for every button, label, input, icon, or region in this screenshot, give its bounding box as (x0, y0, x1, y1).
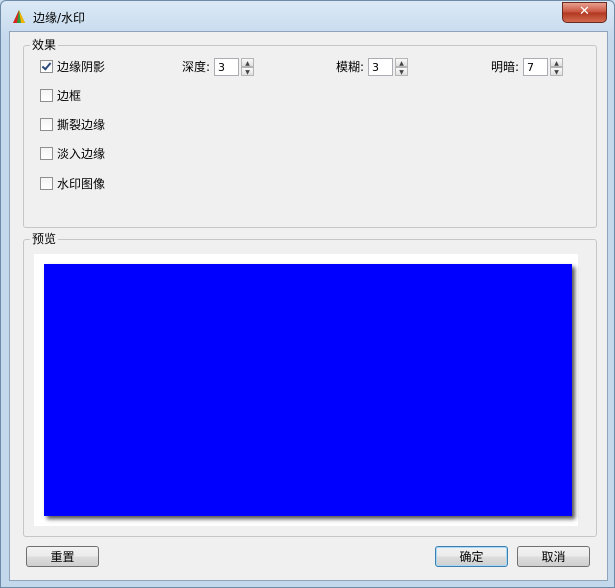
brightness-control: 明暗: 7 ▲ ▼ (491, 56, 564, 77)
border-checkbox[interactable] (40, 88, 53, 102)
dialog-client: 效果 边缘阴影 边框 撕裂边缘 淡入边缘 水印图像 深度: 3 ▲ ▼ 模糊: … (9, 31, 608, 581)
fade-edge-checkbox[interactable] (40, 146, 53, 160)
blur-up-button[interactable]: ▲ (395, 57, 409, 67)
depth-control: 深度: 3 ▲ ▼ (182, 56, 255, 77)
close-icon: ✕ (579, 4, 590, 19)
blur-control: 模糊: 3 ▲ ▼ (336, 56, 409, 77)
depth-up-button[interactable]: ▲ (241, 57, 255, 67)
fade-edge-label: 淡入边缘 (57, 146, 106, 161)
depth-input[interactable]: 3 (214, 57, 240, 76)
preview-canvas (34, 254, 578, 526)
preview-shape (44, 264, 572, 516)
depth-label: 深度: (182, 60, 211, 74)
preview-group: 预览 (23, 232, 597, 537)
blur-input[interactable]: 3 (368, 57, 394, 76)
cancel-button[interactable]: 取消 (517, 546, 590, 567)
title-bar: 边缘/水印 ✕ (1, 1, 614, 31)
window-title: 边缘/水印 (33, 11, 86, 25)
brightness-input[interactable]: 7 (523, 57, 549, 76)
blur-label: 模糊: (336, 60, 365, 74)
effects-group-label: 效果 (30, 38, 59, 52)
blur-down-button[interactable]: ▼ (395, 66, 409, 76)
watermark-checkbox[interactable] (40, 176, 53, 190)
edge-shadow-checkbox[interactable] (40, 59, 53, 73)
brightness-label: 明暗: (491, 60, 520, 74)
checkbox-torn-edge[interactable]: 撕裂边缘 (40, 116, 105, 132)
border-label: 边框 (57, 88, 82, 103)
brightness-up-button[interactable]: ▲ (550, 57, 564, 67)
ok-button[interactable]: 确定 (435, 546, 508, 567)
brightness-down-button[interactable]: ▼ (550, 66, 564, 76)
checkbox-watermark[interactable]: 水印图像 (40, 175, 105, 191)
effects-group: 效果 边缘阴影 边框 撕裂边缘 淡入边缘 水印图像 深度: 3 ▲ ▼ 模糊: … (23, 38, 597, 228)
dialog-window: 边缘/水印 ✕ 效果 边缘阴影 边框 撕裂边缘 淡入边缘 水印图像 深度: 3 … (0, 0, 615, 588)
preview-group-label: 预览 (30, 232, 59, 246)
depth-down-button[interactable]: ▼ (241, 66, 255, 76)
reset-button[interactable]: 重置 (26, 546, 99, 567)
app-icon (13, 10, 25, 23)
checkbox-border[interactable]: 边框 (40, 87, 81, 103)
checkbox-edge-shadow[interactable]: 边缘阴影 (40, 58, 105, 74)
checkbox-fade-edge[interactable]: 淡入边缘 (40, 145, 105, 161)
torn-edge-checkbox[interactable] (40, 117, 53, 131)
close-button[interactable]: ✕ (562, 2, 607, 23)
watermark-label: 水印图像 (57, 176, 106, 191)
torn-edge-label: 撕裂边缘 (57, 117, 106, 132)
edge-shadow-label: 边缘阴影 (57, 59, 106, 74)
